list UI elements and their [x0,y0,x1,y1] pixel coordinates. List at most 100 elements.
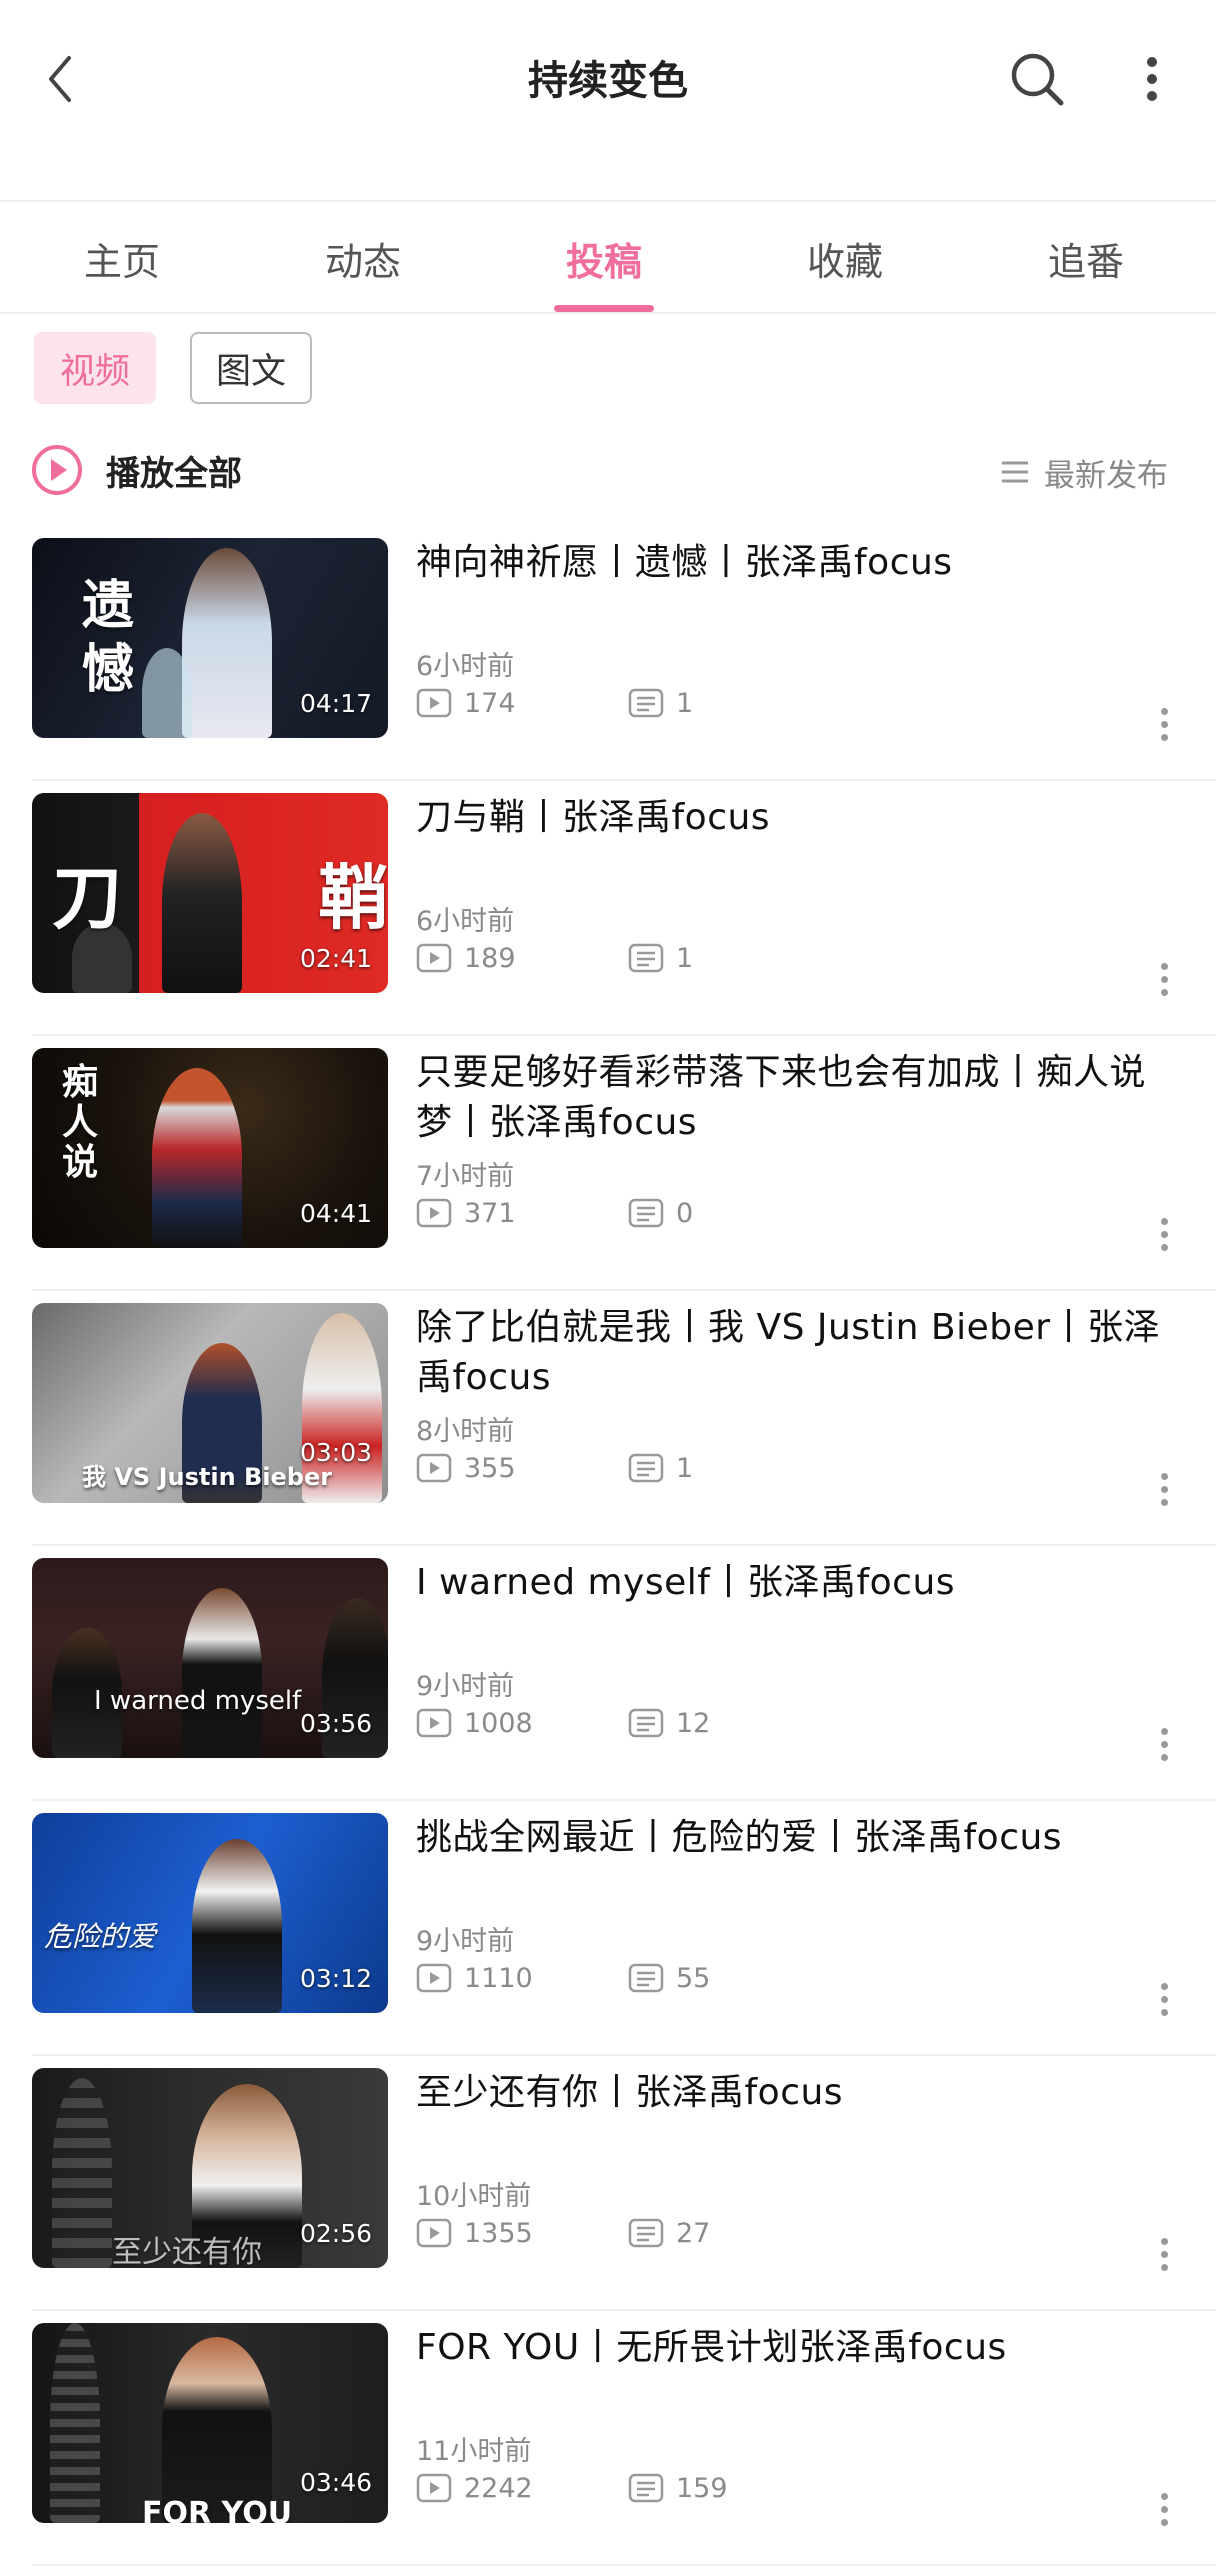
tab-label: 收藏 [806,239,883,284]
comment-count-value: 0 [676,1197,694,1229]
video-duration: 03:46 [299,2468,372,2497]
chevron-left-icon [49,56,71,102]
tab-favorites[interactable]: 收藏 [745,202,945,314]
video-timestamp: 6小时前 [416,906,515,937]
video-thumbnail[interactable]: 痴人说 04:41 [32,1048,388,1248]
comment-count-value: 12 [676,1707,711,1739]
more-dot [1160,1230,1168,1238]
item-more-button[interactable] [1148,957,1180,1001]
video-thumbnail[interactable]: 危险的爱 03:12 [32,1813,388,2013]
view-count: 355 [416,1451,516,1485]
filter-article-chip[interactable]: 图文 [190,332,312,404]
video-duration: 03:03 [299,1438,372,1467]
filter-article-label: 图文 [215,351,286,392]
tab-bangumi[interactable]: 追番 [986,202,1186,314]
comment-count-icon [628,1708,664,1738]
play-count-icon [416,688,452,718]
tab-dynamics[interactable]: 动态 [263,202,463,314]
video-list-item[interactable]: 痴人说 04:41 只要足够好看彩带落下来也会有加成丨痴人说梦丨张泽禹focus… [0,1036,1216,1291]
view-count-value: 371 [464,1197,516,1229]
comment-count: 1 [628,1451,693,1485]
filter-video-chip[interactable]: 视频 [34,332,156,404]
more-dot [1160,1498,1168,1506]
video-timestamp: 10小时前 [416,2181,532,2212]
video-duration: 02:41 [299,944,372,973]
comment-count-icon [628,688,664,718]
play-all-button[interactable]: 播放全部 [30,440,242,500]
video-list-item[interactable]: 至少还有你 02:56 至少还有你丨张泽禹focus 10小时前 1355 27 [0,2056,1216,2311]
more-dot [1160,1740,1168,1748]
video-list-item[interactable]: FOR YOU 03:46 FOR YOU丨无所畏计划张泽禹focus 11小时… [0,2311,1216,2566]
item-more-button[interactable] [1148,1977,1180,2021]
more-dot [1160,1982,1168,1990]
comment-count: 1 [628,941,693,975]
item-more-button[interactable] [1148,2487,1180,2531]
item-more-button[interactable] [1148,702,1180,746]
video-list-item[interactable]: 危险的爱 03:12 挑战全网最近丨危险的爱丨张泽禹focus 9小时前 111… [0,1801,1216,2056]
more-dot [1160,2505,1168,2513]
video-title: FOR YOU丨无所畏计划张泽禹focus [416,2327,1007,2368]
view-count-value: 174 [464,687,516,719]
video-list: 遗憾 04:17 神向神祈愿丨遗憾丨张泽禹focus 6小时前 174 1 刀 … [0,526,1216,2566]
video-thumbnail[interactable]: FOR YOU 03:46 [32,2323,388,2523]
more-dot [1160,2263,1168,2271]
video-title: I warned myself丨张泽禹focus [416,1562,956,1603]
video-thumbnail[interactable]: 遗憾 04:17 [32,538,388,738]
search-button[interactable] [1002,44,1072,114]
video-thumbnail[interactable]: 刀 鞘 02:41 [32,793,388,993]
video-timestamp: 11小时前 [416,2436,532,2467]
video-list-item[interactable]: 我 VS Justin Bieber 03:03 除了比伯就是我丨我 VS Ju… [0,1291,1216,1546]
video-title: 挑战全网最近丨危险的爱丨张泽禹focus [416,1817,1063,1858]
view-count-value: 355 [464,1452,516,1484]
more-dot [1160,1472,1168,1480]
video-duration: 02:56 [299,2219,372,2248]
comment-count: 0 [628,1196,693,1230]
more-dot [1160,1995,1168,2003]
item-more-button[interactable] [1148,1212,1180,1256]
video-thumbnail[interactable]: 我 VS Justin Bieber 03:03 [32,1303,388,1503]
filter-video-label: 视频 [59,351,130,392]
more-dot [1160,1727,1168,1735]
sort-button[interactable]: 最新发布 [1000,448,1168,496]
more-dot [1160,2008,1168,2016]
tab-home[interactable]: 主页 [22,202,222,314]
more-dot [1160,975,1168,983]
item-more-button[interactable] [1148,1722,1180,1766]
tab-label: 追番 [1047,239,1124,284]
thumbnail-caption: 遗憾 [82,575,135,700]
sort-label: 最新发布 [1044,457,1168,494]
tab-uploads[interactable]: 投稿 [504,202,704,314]
video-list-item[interactable]: 遗憾 04:17 神向神祈愿丨遗憾丨张泽禹focus 6小时前 174 1 [0,526,1216,781]
active-tab-indicator [554,305,654,312]
view-count: 189 [416,941,516,975]
comment-count-value: 159 [676,2472,728,2504]
video-timestamp: 6小时前 [416,651,515,682]
comment-count: 55 [628,1961,710,1995]
back-button[interactable] [34,44,86,114]
video-thumbnail[interactable]: I warned myself 03:56 [32,1558,388,1758]
video-title: 除了比伯就是我丨我 VS Justin Bieber丨张泽禹focus [416,1307,1161,1398]
view-count: 174 [416,686,516,720]
video-thumbnail[interactable]: 至少还有你 02:56 [32,2068,388,2268]
video-list-item[interactable]: I warned myself 03:56 I warned myself丨张泽… [0,1546,1216,1801]
comment-count-icon [628,1453,664,1483]
play-count-icon [416,943,452,973]
item-more-button[interactable] [1148,2232,1180,2276]
more-options-button[interactable] [1130,44,1174,114]
video-title: 刀与鞘丨张泽禹focus [416,797,771,838]
play-count-icon [416,1453,452,1483]
view-count-value: 1008 [464,1707,533,1739]
video-timestamp: 7小时前 [416,1161,515,1192]
video-list-item[interactable]: 刀 鞘 02:41 刀与鞘丨张泽禹focus 6小时前 189 1 [0,781,1216,1036]
top-bar: 持续变色 [0,0,1216,200]
item-more-button[interactable] [1148,1467,1180,1511]
comment-count-icon [628,2473,664,2503]
thumbnail-caption: 我 VS Justin Bieber [82,1463,333,1491]
comment-count-value: 1 [676,687,694,719]
list-icon [1002,461,1028,483]
comment-count-value: 55 [676,1962,711,1994]
more-dot [1160,2250,1168,2258]
play-count-icon [416,1198,452,1228]
more-dot [1160,707,1168,715]
tab-label: 主页 [83,239,160,284]
